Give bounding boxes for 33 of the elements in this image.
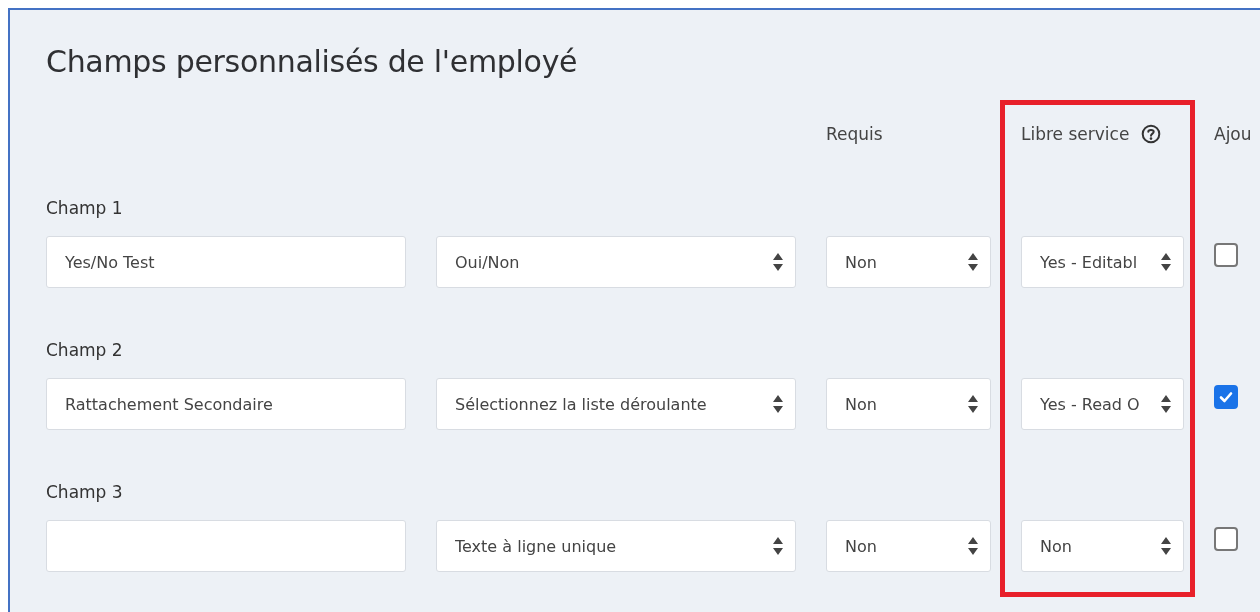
- required-select[interactable]: Non: [826, 236, 991, 288]
- up-down-arrow-icon: [1161, 395, 1171, 413]
- column-header: Requis: [826, 124, 883, 144]
- up-down-arrow-icon: [968, 537, 978, 555]
- up-down-arrow-icon: [968, 395, 978, 413]
- up-down-arrow-icon: [1161, 253, 1171, 271]
- column-header: Ajou: [1214, 124, 1252, 144]
- required-select[interactable]: Non: [826, 520, 991, 572]
- checkbox[interactable]: [1214, 243, 1238, 267]
- up-down-arrow-icon: [968, 253, 978, 271]
- up-down-arrow-icon: [1161, 537, 1171, 555]
- field-label: Champ 3: [46, 482, 123, 502]
- column-header: Libre service: [1021, 124, 1130, 144]
- up-down-arrow-icon: [773, 253, 783, 271]
- type-select[interactable]: Sélectionnez la liste déroulante: [436, 378, 796, 430]
- self-service-select[interactable]: Yes - Editabl: [1021, 236, 1184, 288]
- checkbox[interactable]: [1214, 527, 1238, 551]
- section-title: Champs personnalisés de l'employé: [46, 43, 578, 81]
- input-field[interactable]: Rattachement Secondaire: [46, 378, 406, 430]
- type-select[interactable]: Texte à ligne unique: [436, 520, 796, 572]
- self-service-select[interactable]: Yes - Read O: [1021, 378, 1184, 430]
- self-service-select[interactable]: Non: [1021, 520, 1184, 572]
- check-icon: [1218, 389, 1234, 405]
- field-label: Champ 1: [46, 198, 123, 218]
- up-down-arrow-icon: [773, 395, 783, 413]
- help-icon[interactable]: [1141, 124, 1162, 144]
- field-label: Champ 2: [46, 340, 123, 360]
- up-down-arrow-icon: [773, 537, 783, 555]
- required-select[interactable]: Non: [826, 378, 991, 430]
- checkbox[interactable]: [1214, 385, 1238, 409]
- input-field[interactable]: Yes/No Test: [46, 236, 406, 288]
- type-select[interactable]: Oui/Non: [436, 236, 796, 288]
- input-field[interactable]: [46, 520, 406, 572]
